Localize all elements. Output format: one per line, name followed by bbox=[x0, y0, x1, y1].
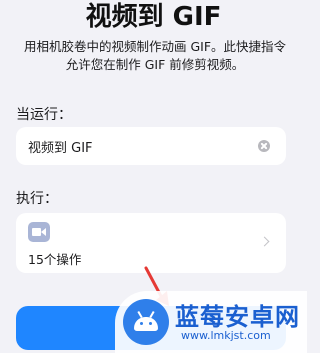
watermark: 蓝莓安卓网 www.lmkjst.com bbox=[115, 291, 307, 353]
clear-icon[interactable] bbox=[258, 140, 270, 152]
execute-label: 执行： bbox=[16, 191, 58, 207]
video-camera-icon bbox=[28, 222, 50, 242]
shortcut-description: 用相机胶卷中的视频制作动画 GIF。此快捷指令允许您在制作 GIF 前修剪视频。 bbox=[23, 39, 287, 72]
when-run-label: 当运行： bbox=[16, 107, 72, 123]
shortcut-name-value: 视频到 GIF bbox=[28, 141, 93, 156]
chevron-right-icon bbox=[259, 236, 270, 247]
watermark-url: www.lmkjst.com bbox=[181, 329, 271, 342]
android-robot-icon bbox=[123, 299, 169, 345]
page-title: 视频到 GIF bbox=[85, 2, 222, 32]
watermark-name: 蓝莓安卓网 bbox=[175, 303, 300, 331]
shortcut-name-field[interactable]: 视频到 GIF bbox=[16, 127, 286, 165]
action-count: 15个操作 bbox=[28, 252, 82, 267]
